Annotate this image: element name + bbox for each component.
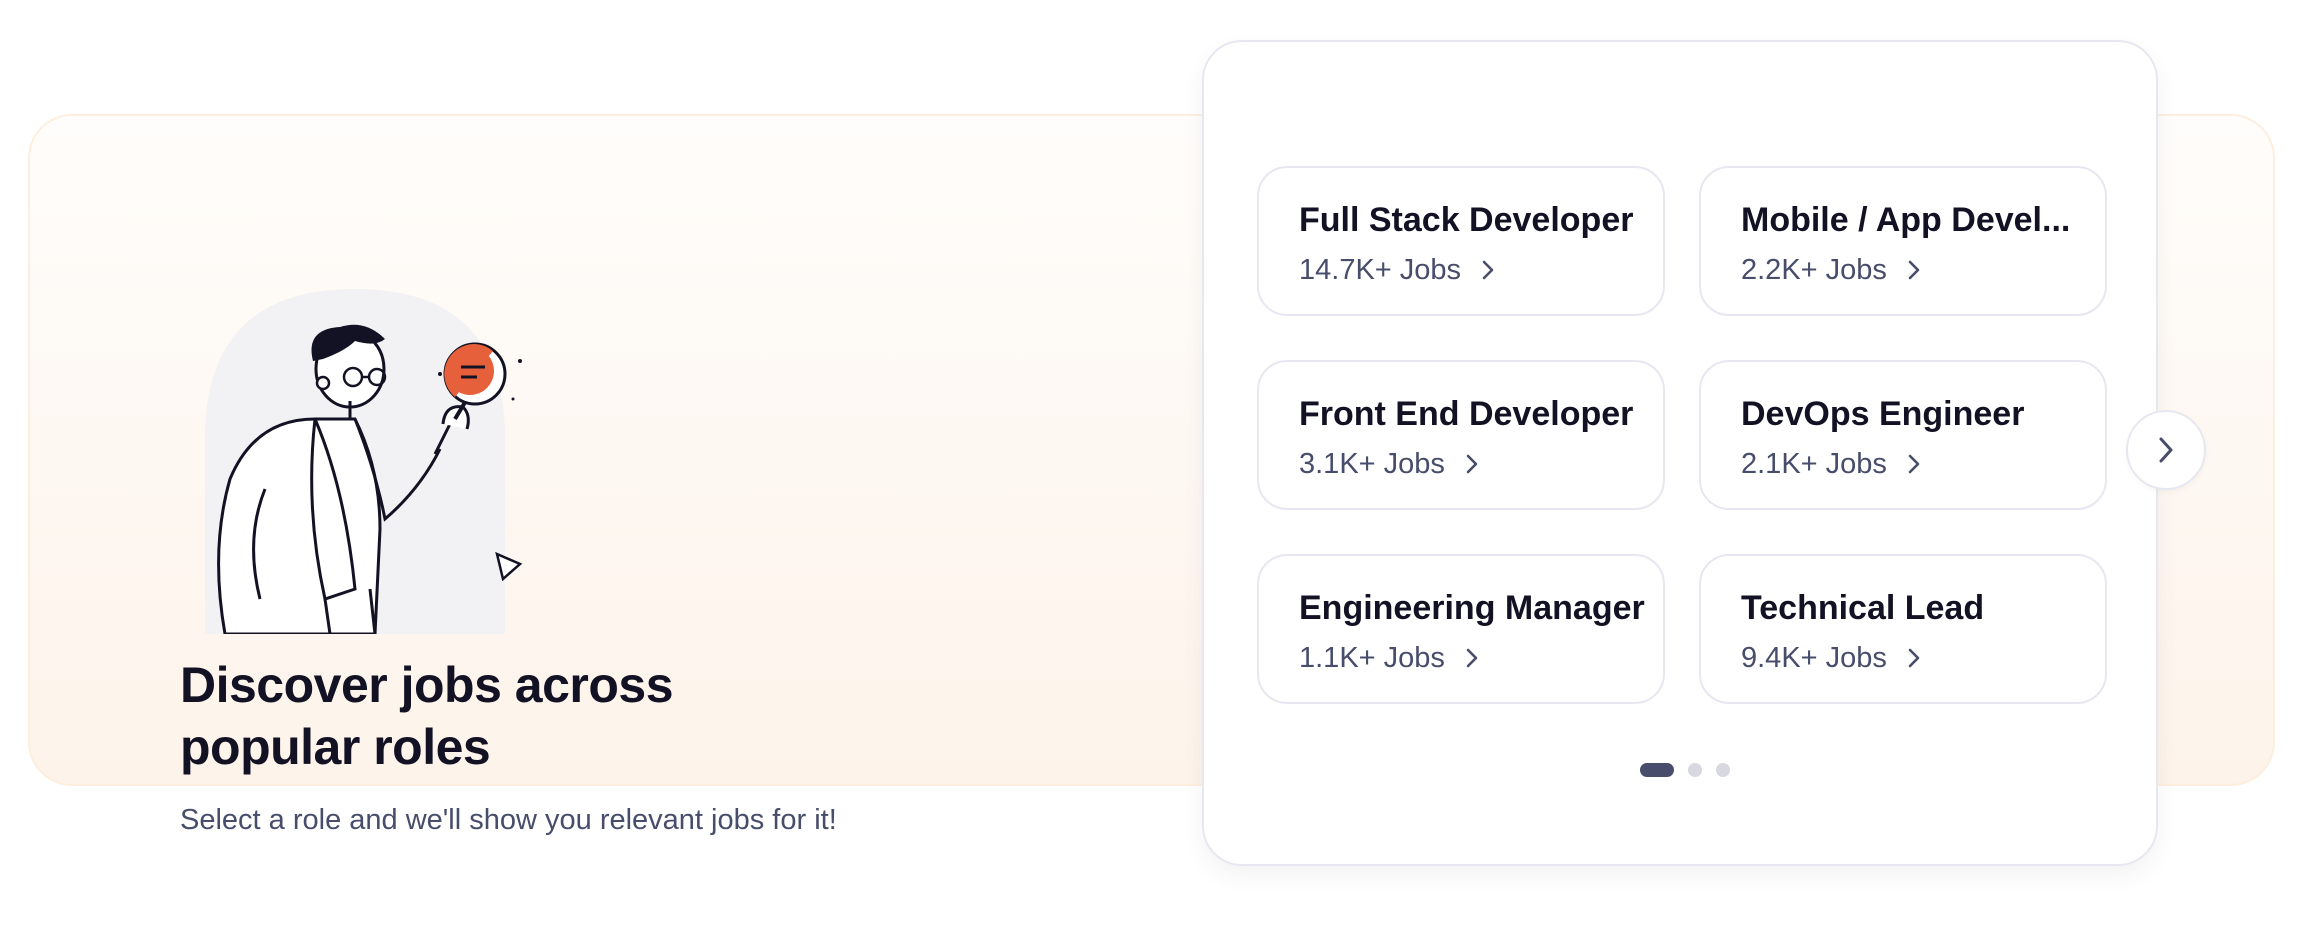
role-count-text: 3.1K+ Jobs [1299, 448, 1445, 480]
chevron-right-icon [1907, 259, 1921, 281]
carousel-pagination [1640, 763, 1744, 777]
role-count-text: 14.7K+ Jobs [1299, 254, 1462, 286]
chevron-right-icon [2157, 435, 2175, 465]
banner-headline: Discover jobs across popular roles [180, 657, 674, 775]
role-job-count: 14.7K+ Jobs [1299, 252, 1495, 288]
role-title: Full Stack Developer [1299, 201, 1634, 239]
role-job-count: 9.4K+ Jobs [1741, 640, 1921, 676]
banner-subline: Select a role and we'll show you relevan… [180, 804, 837, 836]
role-count-text: 2.1K+ Jobs [1741, 448, 1887, 480]
role-count-text: 9.4K+ Jobs [1741, 642, 1887, 674]
carousel-dot-1[interactable] [1640, 763, 1674, 777]
role-card-mobile-app-developer[interactable]: Mobile / App Devel... 2.2K+ Jobs [1699, 166, 2107, 316]
role-card-engineering-manager[interactable]: Engineering Manager 1.1K+ Jobs [1257, 554, 1665, 704]
role-title: Technical Lead [1741, 589, 1985, 627]
role-job-count: 2.1K+ Jobs [1741, 446, 1921, 482]
role-card-devops-engineer[interactable]: DevOps Engineer 2.1K+ Jobs [1699, 360, 2107, 510]
chevron-right-icon [1465, 647, 1479, 669]
chevron-right-icon [1481, 259, 1495, 281]
person-with-magnifier-illustration [205, 289, 523, 634]
chevron-right-icon [1465, 453, 1479, 475]
role-count-text: 2.2K+ Jobs [1741, 254, 1887, 286]
chevron-right-icon [1907, 647, 1921, 669]
role-card-technical-lead[interactable]: Technical Lead 9.4K+ Jobs [1699, 554, 2107, 704]
carousel-next-button[interactable] [2126, 410, 2206, 490]
role-job-count: 1.1K+ Jobs [1299, 640, 1479, 676]
carousel-dot-2[interactable] [1688, 763, 1702, 777]
role-card-full-stack-developer[interactable]: Full Stack Developer 14.7K+ Jobs [1257, 166, 1665, 316]
chevron-right-icon [1907, 453, 1921, 475]
role-job-count: 3.1K+ Jobs [1299, 446, 1479, 482]
carousel-dot-3[interactable] [1716, 763, 1730, 777]
role-job-count: 2.2K+ Jobs [1741, 252, 1921, 288]
role-title: Front End Developer [1299, 395, 1634, 433]
role-count-text: 1.1K+ Jobs [1299, 642, 1445, 674]
role-title: DevOps Engineer [1741, 395, 2025, 433]
role-title: Engineering Manager [1299, 589, 1645, 627]
roles-card-panel: Full Stack Developer 14.7K+ Jobs Mobile … [1202, 40, 2158, 866]
role-title: Mobile / App Devel... [1741, 201, 2071, 239]
role-card-front-end-developer[interactable]: Front End Developer 3.1K+ Jobs [1257, 360, 1665, 510]
